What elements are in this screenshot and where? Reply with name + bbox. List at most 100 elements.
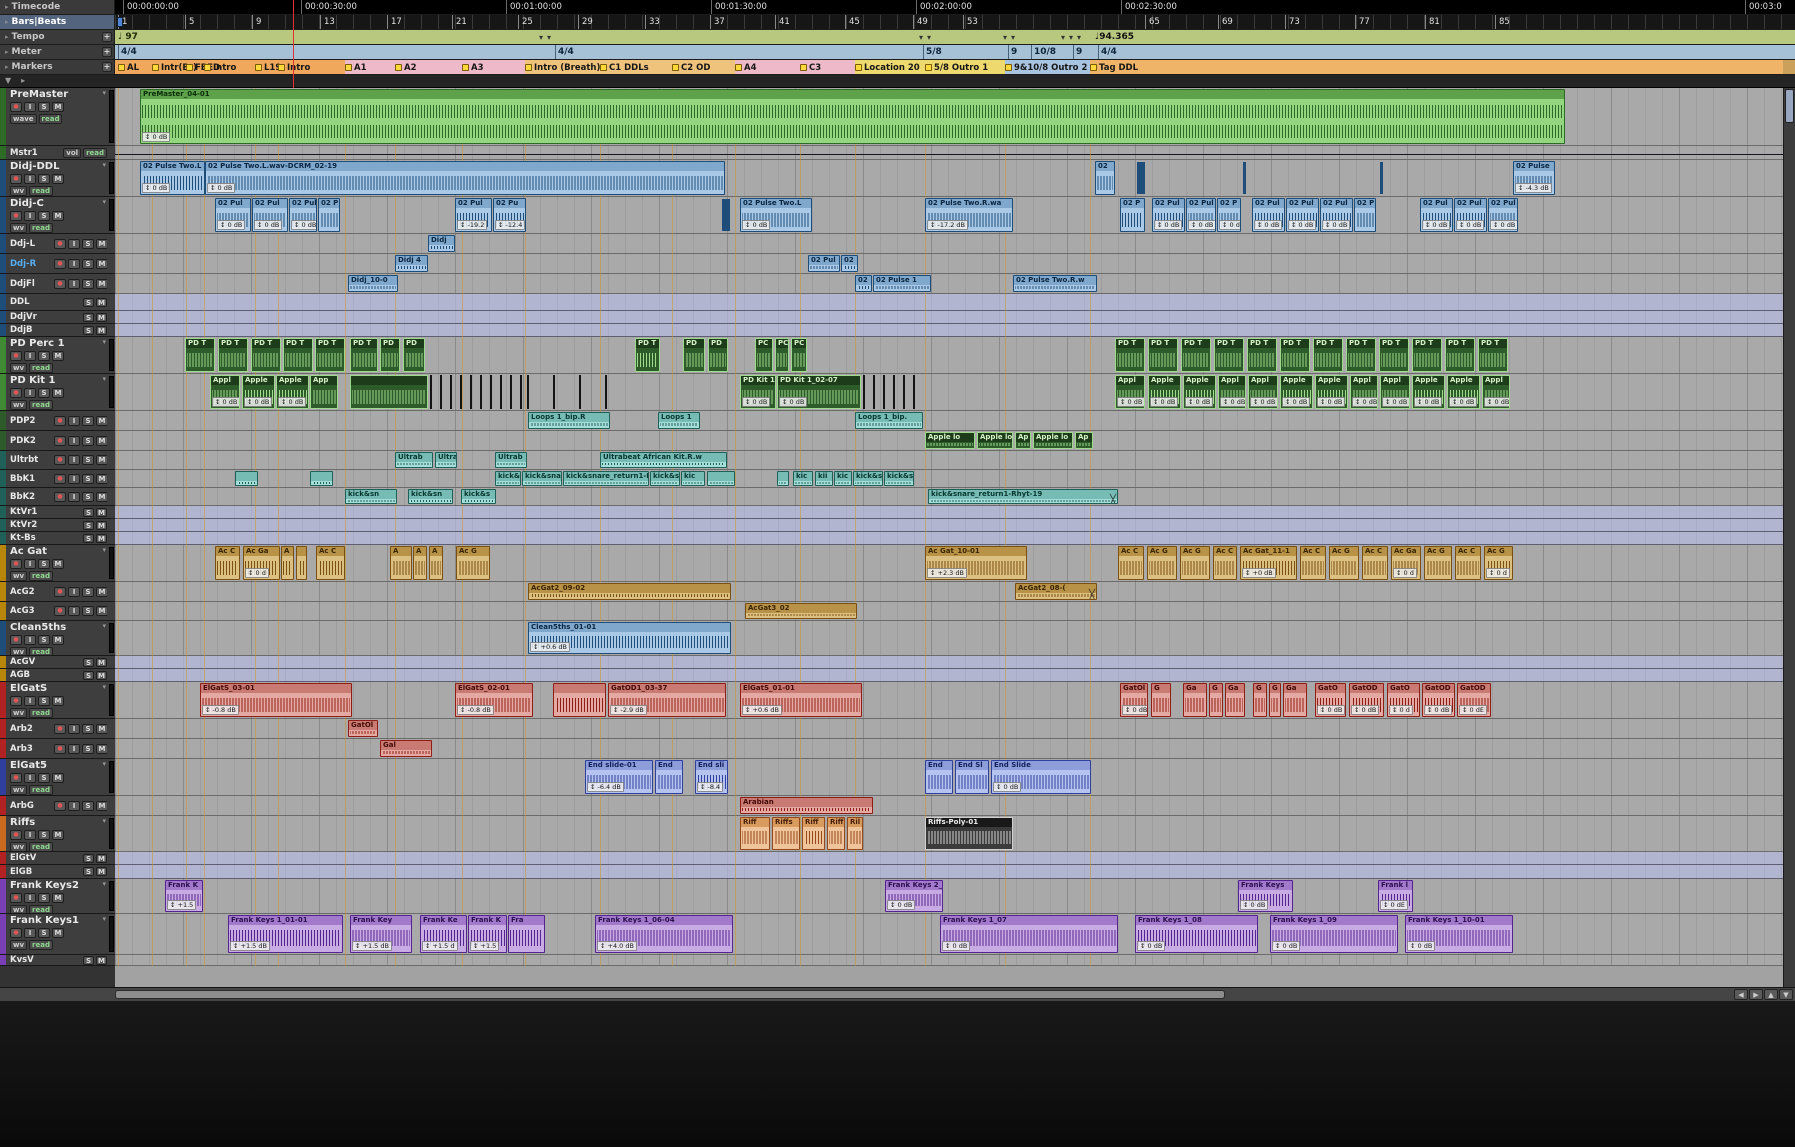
solo-button[interactable]: S <box>38 830 50 840</box>
audio-clip[interactable]: PreMaster_04-01↕ 0 dB <box>140 89 1565 144</box>
solo-button[interactable]: S <box>82 455 94 465</box>
audio-clip[interactable]: Ultrabeat African Kit.R.w <box>600 452 727 468</box>
bar-number-tick[interactable]: 65 <box>1145 15 1160 30</box>
clip-gain-badge[interactable]: ↕ 0 dB <box>244 397 272 407</box>
audio-clip[interactable]: G <box>1151 683 1171 717</box>
clip-gain-badge[interactable]: ↕ 0 dB <box>1352 397 1378 407</box>
solo-button[interactable]: S <box>38 388 50 398</box>
input-monitor-button[interactable]: I <box>24 928 36 938</box>
add-marker-button[interactable]: + <box>102 62 112 72</box>
record-enable-button[interactable]: ● <box>10 830 22 840</box>
audio-clip[interactable]: Ap <box>1075 432 1093 449</box>
audio-clip[interactable]: 02 Pul <box>808 255 840 272</box>
clip-gain-badge[interactable]: ↕ 0 dB <box>212 397 240 407</box>
audio-clip[interactable]: Didj 4 <box>395 255 428 272</box>
track-lane-didj-c[interactable]: 02 Pul↕ 0 dB02 Pul↕ 0 dB02 Pul↕ 0 dB02 P… <box>115 197 1783 234</box>
playhead-cursor[interactable] <box>293 0 294 88</box>
track-header-bbk2[interactable]: BbK2●ISM <box>0 488 115 506</box>
audio-clip[interactable]: Apple↕ 0 dB <box>1280 375 1313 409</box>
track-lane-pdp2[interactable]: Loops 1_bip.RLoops 1Loops 1_bip. <box>115 411 1783 431</box>
tempo-event[interactable]: ♩94.365 <box>1095 30 1134 45</box>
bar-number-tick[interactable]: 81 <box>1425 15 1440 30</box>
clip-gain-badge[interactable]: ↕ 0 dB <box>1317 705 1345 715</box>
audio-clip[interactable]: Appl↕ 0 dB <box>1380 375 1410 409</box>
clip-gain-badge[interactable]: ↕ 0 d <box>1389 705 1413 715</box>
audio-clip[interactable]: G <box>1253 683 1267 717</box>
audio-clip[interactable]: Ac Ga↕ 0 d <box>243 546 280 580</box>
audio-clip[interactable]: Ac C <box>1362 546 1388 580</box>
scroll-up-button[interactable]: ▲ <box>1764 989 1778 1000</box>
automation-mode-selector[interactable]: read <box>29 940 53 950</box>
clip-gain-badge[interactable]: ↕ 0 dB <box>1317 397 1345 407</box>
track-lane-acgv[interactable] <box>115 656 1783 669</box>
clip-gain-badge[interactable]: ↕ 0 dB <box>1272 941 1300 951</box>
track-header-didj-c[interactable]: Didj-C●ISMwvread▾ <box>0 197 115 234</box>
timecode-tick[interactable]: 00:00:00:00 <box>123 0 179 15</box>
audio-clip[interactable]: 02 <box>841 255 858 272</box>
track-name[interactable]: BbK1 <box>8 474 52 484</box>
track-lane-pd-perc-1[interactable]: PD TPD TPD TPD TPD TPD TPDPDPD TPDPDPCPC… <box>115 337 1783 374</box>
audio-clip[interactable]: PD T <box>1313 338 1343 372</box>
track-name[interactable]: KtVr1 <box>8 507 81 517</box>
timecode-tick[interactable]: 00:01:30:00 <box>711 0 767 15</box>
clip-gain-badge[interactable]: ↕ 0 dB <box>1422 220 1450 230</box>
solo-button[interactable]: S <box>82 474 94 484</box>
input-monitor-button[interactable]: I <box>24 830 36 840</box>
clip-gain-badge[interactable]: ↕ 0 dB <box>742 397 770 407</box>
clip-gain-badge[interactable]: ↕ 0 dB <box>1122 705 1148 715</box>
audio-clip[interactable]: PD T <box>635 338 660 372</box>
audio-clip[interactable]: Appl↕ 0 dB <box>210 375 240 409</box>
mute-button[interactable]: M <box>96 455 107 465</box>
bar-number-tick[interactable]: 77 <box>1355 15 1370 30</box>
input-monitor-button[interactable]: I <box>68 474 80 484</box>
clip-gain-badge[interactable]: ↕ 0 dB <box>1484 397 1510 407</box>
audio-clip[interactable]: GatOD1_03-37↕ -2.9 dB <box>608 683 726 717</box>
clip-gain-badge[interactable]: ↕ 0 dB <box>1185 397 1213 407</box>
mute-button[interactable]: M <box>96 474 107 484</box>
automation-mode-selector[interactable]: read <box>83 148 107 158</box>
record-enable-button[interactable]: ● <box>10 174 22 184</box>
audio-clip[interactable]: 02 Pul↕ 0 dB <box>1320 198 1353 232</box>
clip-gain-badge[interactable]: ↕ +1.5 <box>167 900 196 910</box>
solo-button[interactable]: S <box>83 867 94 876</box>
clip-gain-badge[interactable]: ↕ -8.4 <box>697 782 723 792</box>
audio-clip[interactable]: End slide-01↕ -6.4 dB <box>585 760 653 794</box>
track-name[interactable]: AcGV <box>8 657 81 667</box>
clip-gain-badge[interactable]: ↕ 0 dB <box>942 941 970 951</box>
audio-clip[interactable]: kick&s <box>884 471 914 486</box>
track-lane-arb3[interactable]: Gal <box>115 739 1783 759</box>
mute-button[interactable]: M <box>52 928 64 938</box>
track-lane-acg2[interactable]: AcGat2_09-02AcGat2_08-(╳ <box>115 582 1783 602</box>
audio-clip[interactable]: Appl↕ 0 dB <box>1115 375 1145 409</box>
track-name[interactable]: Ultrbt <box>8 455 52 465</box>
track-options-icon[interactable]: ▾ <box>102 198 106 206</box>
clip-gain-badge[interactable]: ↕ 0 dB <box>1220 397 1246 407</box>
audio-clip[interactable]: GatO↕ 0 d <box>1387 683 1420 717</box>
clip-gain-badge[interactable]: ↕ -6.4 dB <box>587 782 624 792</box>
midi-hit-clips[interactable] <box>527 375 622 409</box>
track-header-ddj-l[interactable]: Ddj-L●ISM <box>0 234 115 254</box>
record-enable-button[interactable]: ● <box>54 455 66 465</box>
solo-button[interactable]: S <box>83 521 94 530</box>
audio-clip[interactable]: PD T <box>1115 338 1145 372</box>
audio-clip[interactable]: Frank Key↕ +1.5 dB <box>350 915 412 953</box>
audio-clip[interactable]: Riffs <box>772 817 800 850</box>
clip-gain-badge[interactable]: ↕ 0 dB <box>887 900 915 910</box>
audio-clip[interactable]: Ac G <box>1329 546 1359 580</box>
track-name[interactable]: AGB <box>8 670 81 680</box>
clip-gain-badge[interactable]: ↕ 0 dB <box>142 183 170 193</box>
meter-event[interactable]: 9 <box>1073 45 1082 60</box>
track-header-premaster[interactable]: PreMaster●ISMwaveread▾ <box>0 88 115 146</box>
input-monitor-button[interactable]: I <box>68 416 80 426</box>
audio-clip[interactable]: Ril <box>847 817 863 850</box>
record-enable-button[interactable]: ● <box>54 606 66 616</box>
track-header-mstr1[interactable]: Mstr1volread <box>0 146 115 160</box>
audio-clip[interactable]: Arabian <box>740 797 873 814</box>
clip-gain-badge[interactable]: ↕ 0 dB <box>1117 397 1145 407</box>
audio-clip[interactable]: 02 P <box>318 198 340 232</box>
track-name[interactable]: Frank Keys1 <box>8 914 107 926</box>
bar-number-tick[interactable]: 5 <box>185 15 194 30</box>
audio-clip[interactable]: kick&snare_return1-R <box>563 471 649 486</box>
solo-button[interactable]: S <box>82 744 94 754</box>
track-lane-ultrbt[interactable]: UltrabUltraUltrabUltrabeat African Kit.R… <box>115 451 1783 470</box>
